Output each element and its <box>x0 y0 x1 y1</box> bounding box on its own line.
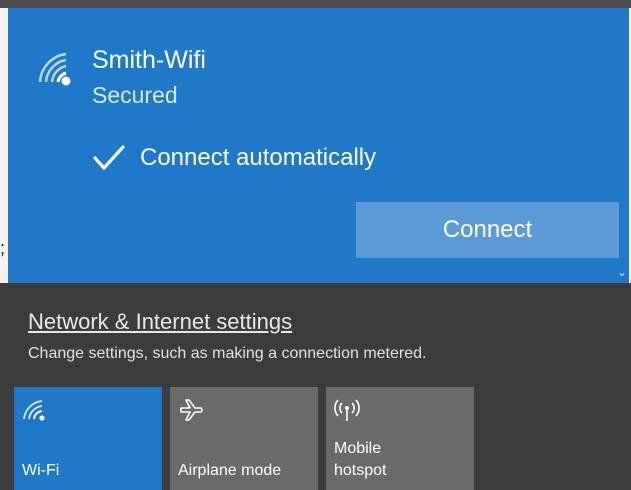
background-text-fragment: ; <box>0 238 6 258</box>
network-settings-panel: Network & Internet settings Change setti… <box>0 283 631 490</box>
airplane-mode-tile[interactable]: Airplane mode <box>170 387 318 490</box>
network-security-status: Secured <box>92 82 178 108</box>
tile-label-hotspot: Mobile hotspot <box>334 438 386 482</box>
network-internet-settings-link[interactable]: Network & Internet settings <box>28 309 292 335</box>
network-name: Smith-Wifi <box>92 46 206 74</box>
wifi-icon <box>38 52 71 86</box>
checkmark-icon <box>93 145 125 170</box>
airplane-icon <box>180 399 203 421</box>
tile-label-hotspot-line2: hotspot <box>334 462 387 479</box>
top-strip <box>0 0 631 8</box>
network-settings-description: Change settings, such as making a connec… <box>28 345 427 362</box>
wifi-toggle-tile[interactable]: Wi-Fi <box>14 387 162 490</box>
chevron-down-icon[interactable]: ⌄ <box>617 265 627 279</box>
connect-button[interactable]: Connect <box>356 202 619 258</box>
connect-automatically-label: Connect automatically <box>140 144 377 171</box>
tile-label-wifi: Wi-Fi <box>22 462 60 479</box>
hotspot-icon <box>334 399 360 421</box>
network-item-selected[interactable]: Smith-Wifi Secured Connect automatically… <box>8 8 629 283</box>
tile-label-hotspot-line1: Mobile <box>334 440 382 457</box>
connect-automatically-checkbox[interactable]: Connect automatically <box>92 138 376 178</box>
mobile-hotspot-tile[interactable]: Mobile hotspot <box>326 387 474 490</box>
tile-label-airplane: Airplane mode <box>178 462 282 479</box>
wifi-icon <box>23 400 45 421</box>
